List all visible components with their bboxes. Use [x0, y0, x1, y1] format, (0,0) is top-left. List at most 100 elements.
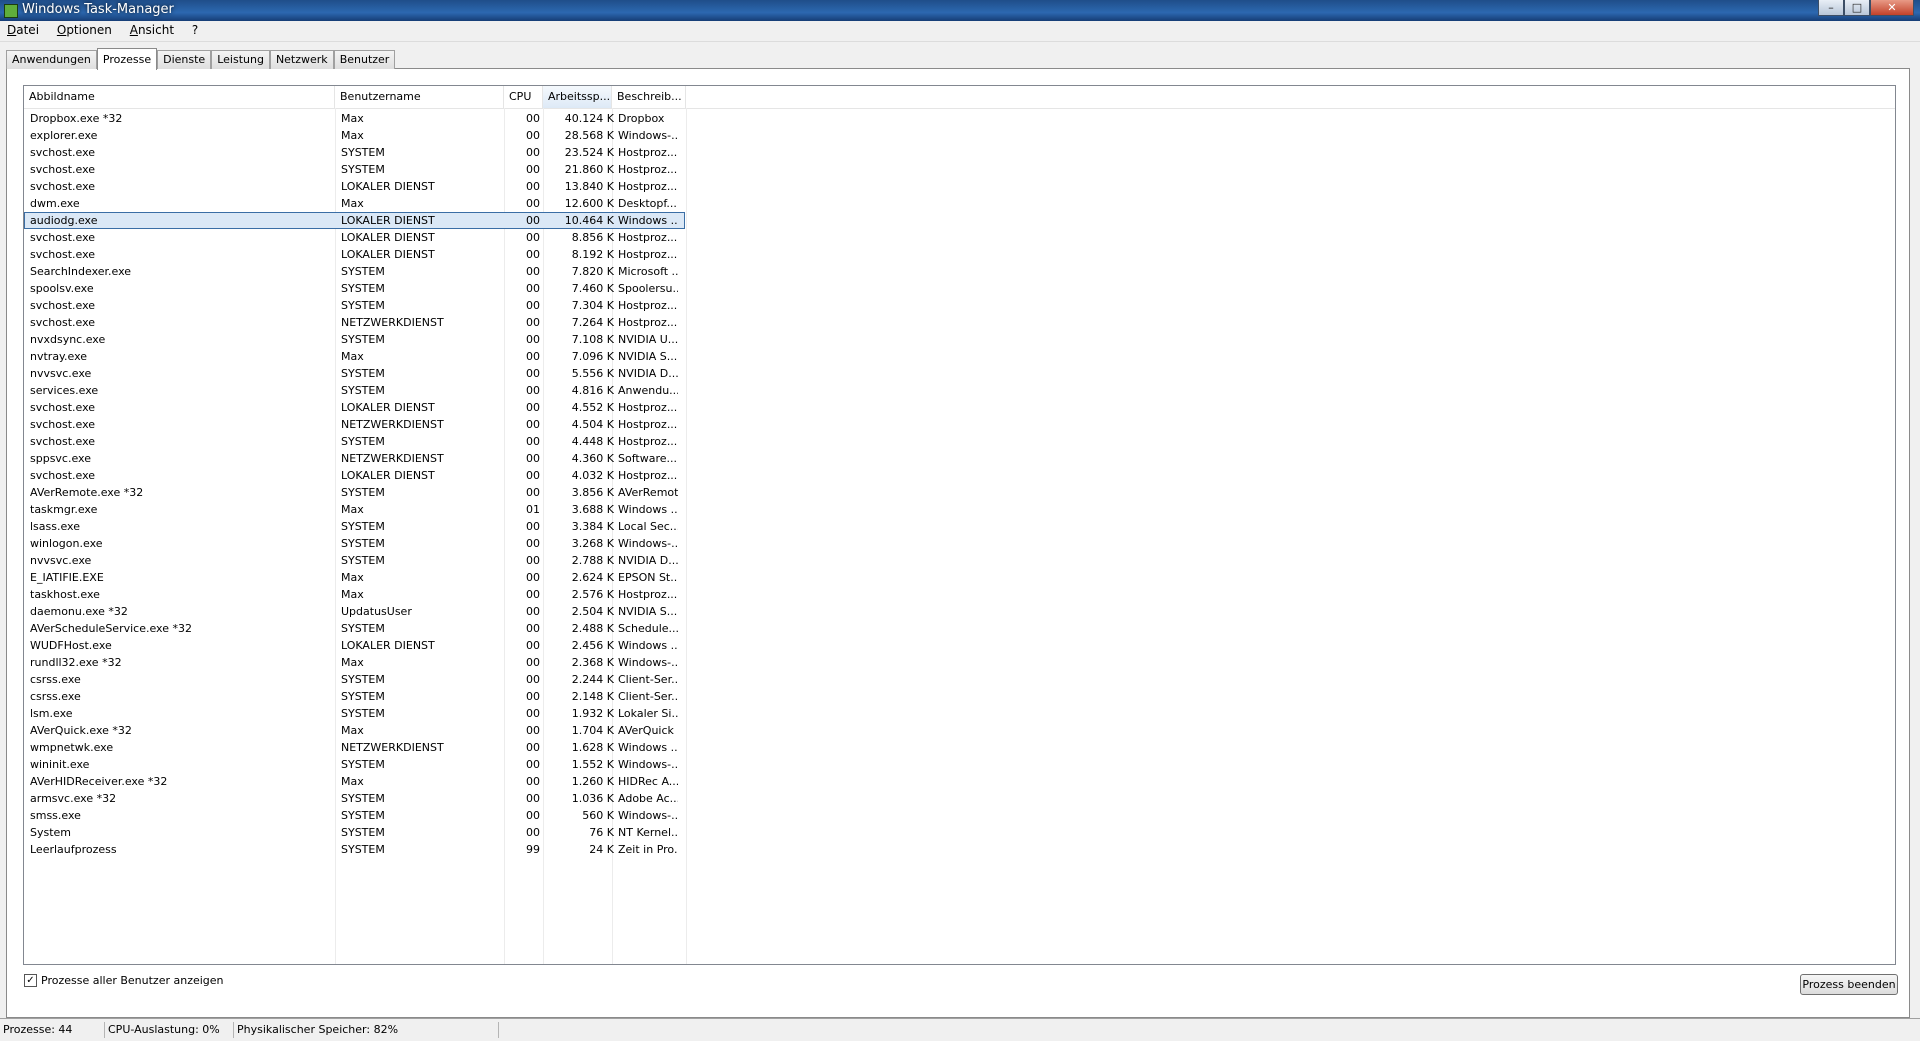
process-row[interactable]: armsvc.exe *32 SYSTEM 00 1.036 K Adobe Ac... [24, 790, 1895, 807]
end-process-button[interactable]: Prozess beenden [1800, 974, 1898, 995]
process-row[interactable]: wmpnetwk.exe NETZWERKDIENST 00 1.628 K Windo… [24, 739, 1895, 756]
column-header-memory[interactable]: Arbeitssp... [543, 86, 612, 108]
show-all-users-checkbox[interactable]: ✓ Prozesse aller Benutzer anzeigen [24, 974, 224, 987]
task-manager-icon [4, 4, 18, 18]
process-row[interactable]: System SYSTEM 00 76 K NT Kernel... [24, 824, 1895, 841]
minimize-button[interactable]: – [1818, 0, 1844, 16]
process-row[interactable]: svchost.exe SYSTEM 00 21.860 K Hostproz... [24, 161, 1895, 178]
process-name: csrss.exe [30, 690, 81, 703]
process-cpu: 00 [526, 452, 540, 465]
process-row[interactable]: rundll32.exe *32 Max 00 2.368 K Windows-... [24, 654, 1895, 671]
process-row[interactable]: wininit.exe SYSTEM 00 1.552 K Windows-... [24, 756, 1895, 773]
process-cpu: 00 [526, 129, 540, 142]
process-memory: 23.524 K [564, 146, 614, 159]
process-row[interactable]: spoolsv.exe SYSTEM 00 7.460 K Spoolersu... [24, 280, 1895, 297]
process-cpu: 00 [526, 639, 540, 652]
process-row[interactable]: csrss.exe SYSTEM 00 2.244 K Client-Ser... [24, 671, 1895, 688]
process-name: wininit.exe [30, 758, 90, 771]
process-name: lsass.exe [30, 520, 80, 533]
process-row[interactable]: Dropbox.exe *32 Max 00 40.124 K Dropbox [24, 110, 1895, 127]
menu-datei[interactable]: Datei [0, 21, 46, 39]
process-row[interactable]: nvxdsync.exe SYSTEM 00 7.108 K NVIDIA U... [24, 331, 1895, 348]
process-name: smss.exe [30, 809, 81, 822]
process-row[interactable]: svchost.exe NETZWERKDIENST 00 7.264 K Hostpr… [24, 314, 1895, 331]
tab-benutzer[interactable]: Benutzer [333, 50, 396, 69]
process-user: SYSTEM [341, 384, 385, 397]
process-user: LOKALER DIENST [341, 469, 435, 482]
process-cpu: 00 [526, 146, 540, 159]
process-row[interactable]: smss.exe SYSTEM 00 560 K Windows-... [24, 807, 1895, 824]
process-name: E_IATIFIE.EXE [30, 571, 104, 584]
process-row[interactable]: svchost.exe LOKALER DIENST 00 4.032 K Hostpr… [24, 467, 1895, 484]
process-row[interactable]: E_IATIFIE.EXE Max 00 2.624 K EPSON St... [24, 569, 1895, 586]
column-header-name[interactable]: Abbildname [24, 86, 335, 108]
process-row[interactable]: nvtray.exe Max 00 7.096 K NVIDIA S... [24, 348, 1895, 365]
tab-leistung[interactable]: Leistung [211, 50, 270, 69]
process-memory: 7.096 K [571, 350, 614, 363]
process-user: SYSTEM [341, 792, 385, 805]
menu-optionen[interactable]: Optionen [50, 21, 119, 39]
process-user: LOKALER DIENST [341, 214, 435, 227]
menu-help[interactable]: ? [185, 21, 205, 39]
process-name: nvvsvc.exe [30, 367, 92, 380]
process-memory: 2.368 K [571, 656, 614, 669]
process-row[interactable]: csrss.exe SYSTEM 00 2.148 K Client-Ser... [24, 688, 1895, 705]
process-row[interactable]: services.exe SYSTEM 00 4.816 K Anwendu... [24, 382, 1895, 399]
process-row[interactable]: taskhost.exe Max 00 2.576 K Hostproz... [24, 586, 1895, 603]
process-row[interactable]: nvvsvc.exe SYSTEM 00 2.788 K NVIDIA D... [24, 552, 1895, 569]
process-user: SYSTEM [341, 843, 385, 856]
tab-netzwerk[interactable]: Netzwerk [269, 50, 334, 69]
process-row[interactable]: lsass.exe SYSTEM 00 3.384 K Local Sec... [24, 518, 1895, 535]
process-cpu: 00 [526, 622, 540, 635]
process-row[interactable]: Leerlaufprozess SYSTEM 99 24 K Zeit in Pro..… [24, 841, 1895, 858]
process-row[interactable]: audiodg.exe LOKALER DIENST 00 10.464 K Windo… [24, 212, 1895, 229]
process-row[interactable]: svchost.exe SYSTEM 00 4.448 K Hostproz... [24, 433, 1895, 450]
process-description: NVIDIA U... [618, 333, 678, 346]
process-row[interactable]: dwm.exe Max 00 12.600 K Desktopf... [24, 195, 1895, 212]
column-header-cpu[interactable]: CPU [504, 86, 543, 108]
process-row[interactable]: AVerRemote.exe *32 SYSTEM 00 3.856 K AVerRem… [24, 484, 1895, 501]
tab-anwendungen[interactable]: Anwendungen [6, 50, 97, 69]
process-row[interactable]: svchost.exe LOKALER DIENST 00 8.856 K Hostpr… [24, 229, 1895, 246]
process-row[interactable]: svchost.exe NETZWERKDIENST 00 4.504 K Hostpr… [24, 416, 1895, 433]
process-row[interactable]: svchost.exe LOKALER DIENST 00 13.840 K Hostp… [24, 178, 1895, 195]
process-memory: 1.036 K [571, 792, 614, 805]
tab-prozesse[interactable]: Prozesse [96, 48, 158, 70]
process-row[interactable]: SearchIndexer.exe SYSTEM 00 7.820 K Microsof… [24, 263, 1895, 280]
process-row[interactable]: daemonu.exe *32 UpdatusUser 00 2.504 K NVIDI… [24, 603, 1895, 620]
process-row[interactable]: winlogon.exe SYSTEM 00 3.268 K Windows-... [24, 535, 1895, 552]
process-row[interactable]: WUDFHost.exe LOKALER DIENST 00 2.456 K Windo… [24, 637, 1895, 654]
process-description: Hostproz... [618, 248, 678, 261]
process-row[interactable]: AVerQuick.exe *32 Max 00 1.704 K AVerQuick [24, 722, 1895, 739]
column-header-user[interactable]: Benutzername [335, 86, 504, 108]
process-row[interactable]: explorer.exe Max 00 28.568 K Windows-... [24, 127, 1895, 144]
process-row[interactable]: svchost.exe SYSTEM 00 7.304 K Hostproz... [24, 297, 1895, 314]
close-button[interactable]: ✕ [1870, 0, 1914, 16]
process-description: Hostproz... [618, 299, 678, 312]
process-user: SYSTEM [341, 826, 385, 839]
process-description: Hostproz... [618, 418, 678, 431]
process-cpu: 00 [526, 469, 540, 482]
column-header-description[interactable]: Beschreib... [612, 86, 686, 108]
process-user: LOKALER DIENST [341, 180, 435, 193]
title-bar[interactable]: Windows Task-Manager – □ ✕ [0, 0, 1920, 21]
process-row[interactable]: sppsvc.exe NETZWERKDIENST 00 4.360 K Softwar… [24, 450, 1895, 467]
maximize-button[interactable]: □ [1844, 0, 1870, 16]
checkbox-box[interactable]: ✓ [24, 974, 37, 987]
process-row[interactable]: lsm.exe SYSTEM 00 1.932 K Lokaler Si... [24, 705, 1895, 722]
process-row[interactable]: AVerHIDReceiver.exe *32 Max 00 1.260 K HIDRe… [24, 773, 1895, 790]
process-memory: 7.264 K [571, 316, 614, 329]
process-user: Max [341, 571, 364, 584]
process-row[interactable]: AVerScheduleService.exe *32 SYSTEM 00 2.488… [24, 620, 1895, 637]
process-row[interactable]: svchost.exe SYSTEM 00 23.524 K Hostproz... [24, 144, 1895, 161]
process-list[interactable]: Abbildname Benutzername CPU Arbeitssp...… [23, 85, 1896, 965]
process-row[interactable]: nvvsvc.exe SYSTEM 00 5.556 K NVIDIA D... [24, 365, 1895, 382]
process-row[interactable]: svchost.exe LOKALER DIENST 00 8.192 K Hostpr… [24, 246, 1895, 263]
menu-ansicht[interactable]: Ansicht [123, 21, 181, 39]
process-description: Hostproz... [618, 231, 678, 244]
process-cpu: 00 [526, 299, 540, 312]
process-memory: 4.360 K [571, 452, 614, 465]
tab-dienste[interactable]: Dienste [157, 50, 212, 69]
process-row[interactable]: taskmgr.exe Max 01 3.688 K Windows ... [24, 501, 1895, 518]
process-row[interactable]: svchost.exe LOKALER DIENST 00 4.552 K Hostpr… [24, 399, 1895, 416]
